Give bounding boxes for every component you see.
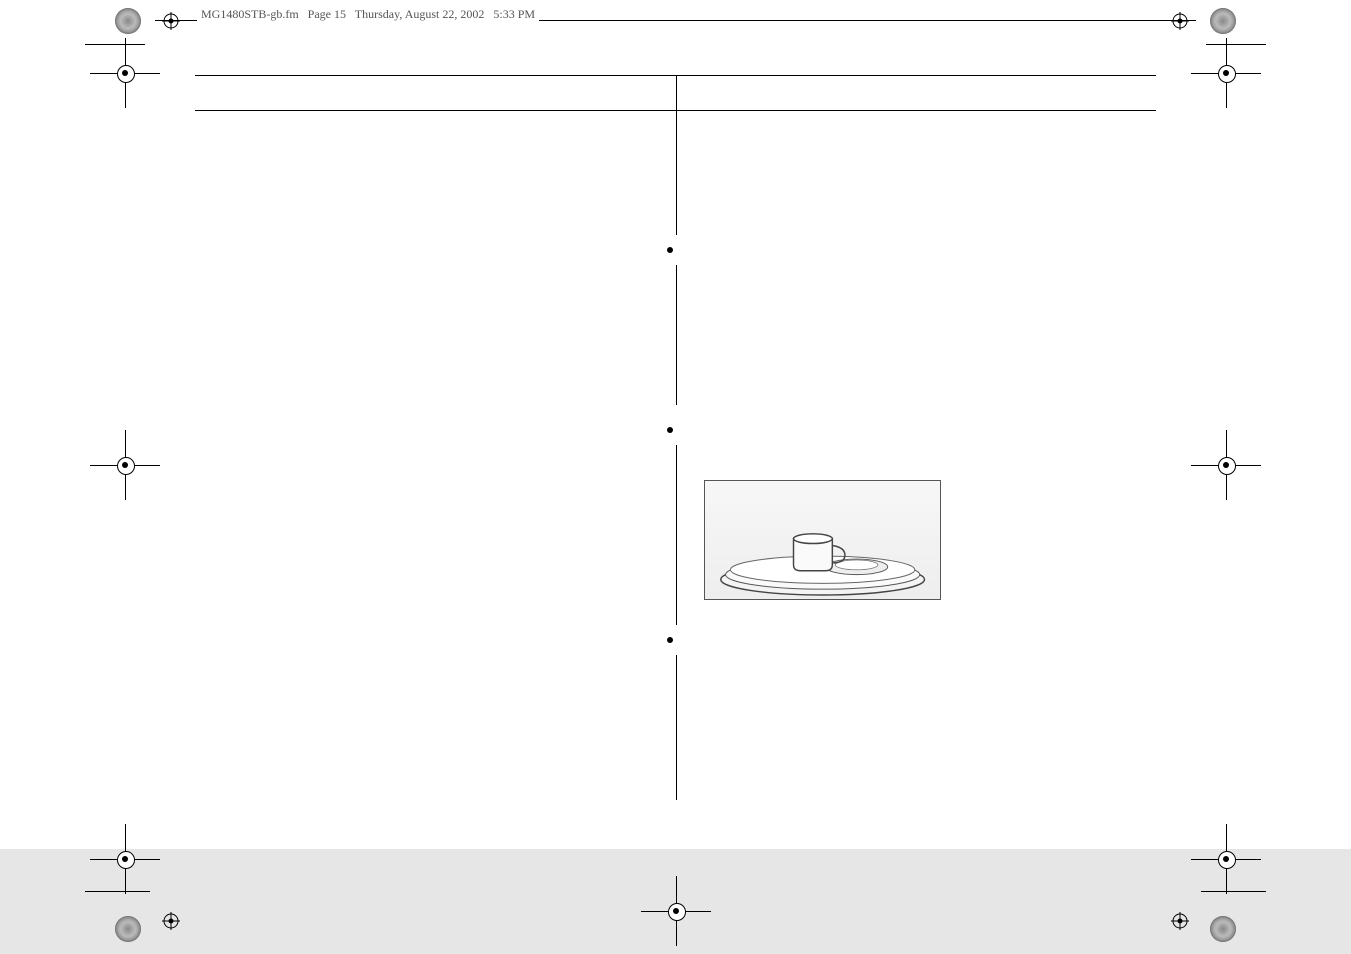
header-filename-line: MG1480STB-gb.fm Page 15 Thursday, August…: [197, 7, 539, 22]
header-day: Thursday,: [355, 7, 403, 21]
bullet-icon: [667, 637, 673, 643]
page-number: 15: [1134, 854, 1146, 869]
dishes-icon: [711, 487, 934, 599]
illustration-dishes: [704, 480, 941, 600]
header-page-label: Page 15: [308, 7, 346, 21]
column-separator: [676, 265, 677, 405]
column-separator: [676, 75, 677, 235]
crop-circle-top-right: [1210, 8, 1236, 34]
crosshair-mid-left: [90, 430, 160, 500]
column-separator: [676, 445, 677, 625]
page-frame: [195, 75, 1156, 859]
crop-circle-bottom-left: [115, 916, 141, 942]
crop-circle-bottom-right: [1210, 916, 1236, 942]
header-date: August 22, 2002: [405, 7, 485, 21]
crosshair-mid-right: [1191, 430, 1261, 500]
content-columns: [195, 123, 1156, 847]
header-filename: MG1480STB-gb.fm: [201, 7, 299, 21]
edge-line: [85, 44, 145, 45]
crosshair-top-left-edge: [90, 38, 160, 108]
column-separator: [676, 655, 677, 800]
reg-target-bottom-left: [162, 912, 180, 930]
crop-circle-top-left: [115, 8, 141, 34]
reg-target-top-right: [1171, 12, 1189, 30]
edge-line: [1201, 891, 1266, 892]
crosshair-bottom-right-edge: [1191, 824, 1261, 894]
crosshair-bottom-center: [641, 876, 711, 946]
crosshair-top-right-edge: [1191, 38, 1261, 108]
crosshair-bottom-left-edge: [90, 824, 160, 894]
bullet-icon: [667, 427, 673, 433]
edge-line: [85, 891, 150, 892]
reg-target-top-left: [162, 12, 180, 30]
header-time: 5:33 PM: [493, 7, 535, 21]
bullet-icon: [667, 247, 673, 253]
reg-target-bottom-right: [1171, 912, 1189, 930]
edge-line: [1206, 44, 1266, 45]
column-left: [195, 123, 676, 847]
